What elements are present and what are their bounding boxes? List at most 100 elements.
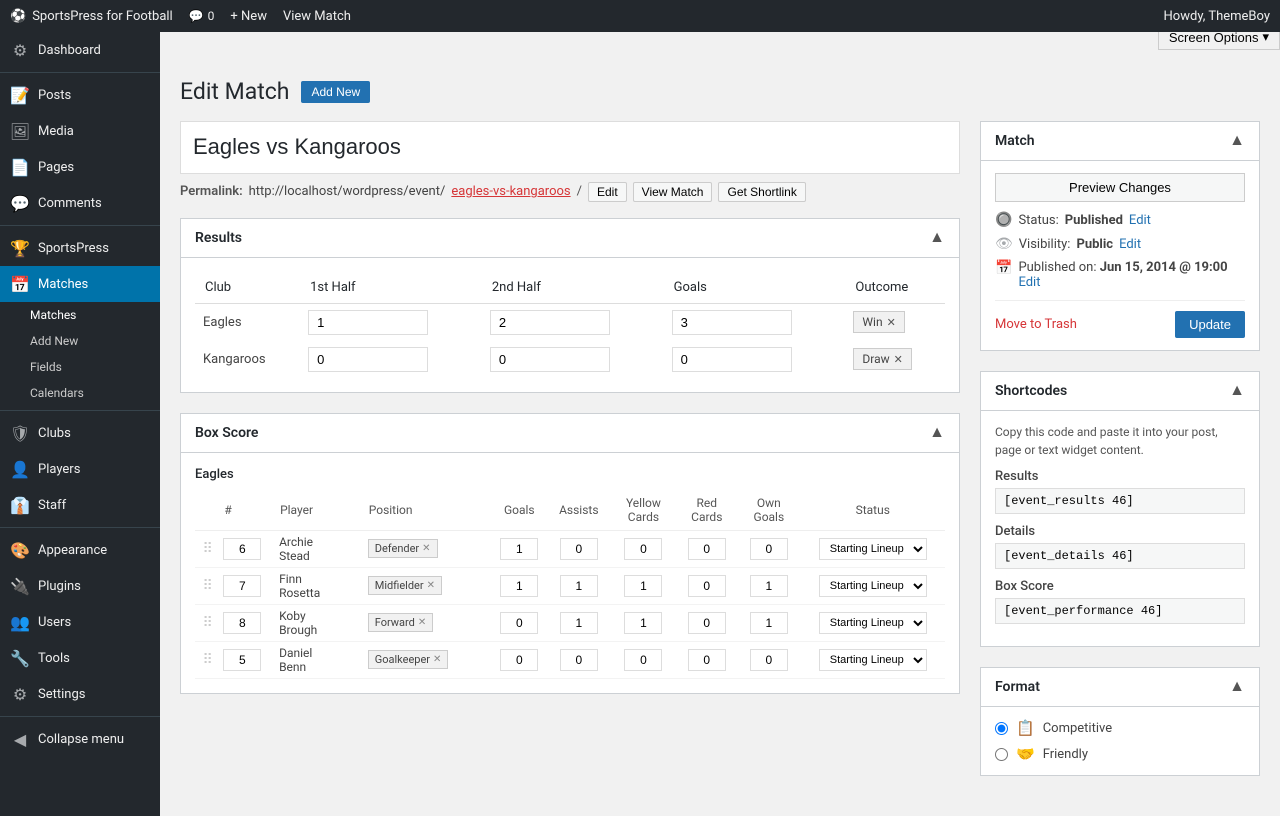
drag-handle-0[interactable]: ⠿ [195, 530, 220, 567]
own-goals-input-2[interactable] [750, 612, 788, 634]
permalink-slug[interactable]: eagles-vs-kangaroos [451, 184, 570, 199]
drag-handle-3[interactable]: ⠿ [195, 641, 220, 678]
status-select-2[interactable]: Starting Lineup Substitute Did Not Play [819, 612, 927, 634]
sidebar-item-matches[interactable]: 📅 Matches [0, 266, 160, 302]
sidebar-item-tools[interactable]: 🔧 Tools [0, 640, 160, 676]
yellow-cards-input-2[interactable] [624, 612, 662, 634]
sidebar-subitem-fields[interactable]: Fields [0, 354, 160, 380]
update-button[interactable]: Update [1175, 311, 1245, 338]
sidebar-item-plugins[interactable]: 🔌 Plugins [0, 568, 160, 604]
trash-link[interactable]: Move to Trash [995, 317, 1077, 332]
sidebar-item-clubs[interactable]: 🛡 Clubs [0, 415, 160, 451]
bs-goals-input-3[interactable] [500, 649, 538, 671]
format-radio-competitive[interactable] [995, 722, 1008, 735]
comments-bubble[interactable]: 💬 0 [189, 9, 215, 23]
player-number-input-0[interactable] [223, 538, 261, 560]
sidebar-item-users[interactable]: 👥 Users [0, 604, 160, 640]
sidebar-subitem-calendars[interactable]: Calendars [0, 380, 160, 406]
position-remove-3[interactable]: ✕ [433, 654, 441, 665]
box-score-metabox-toggle[interactable]: ▲ [929, 424, 945, 442]
match-side-toggle[interactable]: ▲ [1229, 132, 1245, 150]
sidebar-item-media[interactable]: 🖼 Media [0, 113, 160, 149]
bs-goals-input-0[interactable] [500, 538, 538, 560]
sidebar-item-pages[interactable]: 📄 Pages [0, 149, 160, 185]
boxscore-shortcode-input[interactable] [995, 598, 1245, 624]
site-name[interactable]: ⚽ SportsPress for Football [10, 9, 173, 24]
first-half-input-1[interactable] [308, 347, 428, 372]
format-toggle[interactable]: ▲ [1229, 678, 1245, 696]
assists-input-1[interactable] [560, 575, 598, 597]
box-score-metabox-title: Box Score [195, 425, 258, 441]
position-tag-0: Defender ✕ [368, 539, 438, 558]
status-edit-link[interactable]: Edit [1129, 213, 1151, 228]
sidebar-item-comments[interactable]: 💬 Comments [0, 185, 160, 221]
new-content-btn[interactable]: + New [230, 9, 267, 24]
published-edit-link[interactable]: Edit [1018, 275, 1040, 290]
shortcodes-toggle[interactable]: ▲ [1229, 382, 1245, 400]
bs-goals-input-2[interactable] [500, 612, 538, 634]
assists-input-3[interactable] [560, 649, 598, 671]
sidebar-subitem-matches[interactable]: Matches [0, 302, 160, 328]
red-cards-cell-2 [676, 604, 737, 641]
yellow-cards-input-3[interactable] [624, 649, 662, 671]
preview-changes-button[interactable]: Preview Changes [995, 173, 1245, 202]
format-radio-friendly[interactable] [995, 748, 1008, 761]
drag-handle-1[interactable]: ⠿ [195, 567, 220, 604]
outcome-remove-0[interactable]: ✕ [887, 316, 896, 329]
visibility-edit-link[interactable]: Edit [1119, 237, 1141, 252]
view-match-link[interactable]: View Match [283, 9, 351, 24]
goals-input-0[interactable] [672, 310, 792, 335]
player-number-input-1[interactable] [223, 575, 261, 597]
sidebar-item-dashboard[interactable]: ⚙ Dashboard [0, 32, 160, 68]
details-shortcode-input[interactable] [995, 543, 1245, 569]
red-cards-input-0[interactable] [688, 538, 726, 560]
status-select-3[interactable]: Starting Lineup Substitute Did Not Play [819, 649, 927, 671]
sidebar-item-posts[interactable]: 📝 Posts [0, 77, 160, 113]
second-half-input-1[interactable] [490, 347, 610, 372]
status-select-0[interactable]: Starting Lineup Substitute Did Not Play [819, 538, 927, 560]
status-select-1[interactable]: Starting Lineup Substitute Did Not Play [819, 575, 927, 597]
position-remove-2[interactable]: ✕ [418, 617, 426, 628]
sidebar-item-appearance[interactable]: 🎨 Appearance [0, 532, 160, 568]
own-goals-input-0[interactable] [750, 538, 788, 560]
sidebar-item-collapse[interactable]: ◀ Collapse menu [0, 721, 160, 757]
bs-goals-input-1[interactable] [500, 575, 538, 597]
red-cards-input-1[interactable] [688, 575, 726, 597]
sidebar-subitem-add-new[interactable]: Add New [0, 328, 160, 354]
position-remove-1[interactable]: ✕ [427, 580, 435, 591]
own-goals-input-1[interactable] [750, 575, 788, 597]
appearance-icon: 🎨 [10, 540, 30, 560]
yellow-cards-input-1[interactable] [624, 575, 662, 597]
red-cards-input-3[interactable] [688, 649, 726, 671]
second-half-input-0[interactable] [490, 310, 610, 335]
yellow-cards-input-0[interactable] [624, 538, 662, 560]
goals-input-1[interactable] [672, 347, 792, 372]
own-goals-input-3[interactable] [750, 649, 788, 671]
sidebar-item-sportspress[interactable]: 🏆 SportsPress [0, 230, 160, 266]
outcome-remove-1[interactable]: ✕ [894, 353, 903, 366]
position-remove-0[interactable]: ✕ [422, 543, 430, 554]
player-number-input-3[interactable] [223, 649, 261, 671]
assists-input-0[interactable] [560, 538, 598, 560]
match-title-input[interactable] [180, 121, 960, 174]
assists-input-2[interactable] [560, 612, 598, 634]
red-cards-input-2[interactable] [688, 612, 726, 634]
outcome-cell-1: Draw ✕ [845, 341, 945, 378]
col-goals: Goals [664, 272, 846, 304]
drag-handle-2[interactable]: ⠿ [195, 604, 220, 641]
view-match-button[interactable]: View Match [633, 182, 713, 202]
results-shortcode-input[interactable] [995, 488, 1245, 514]
status-row: 🔘 Status: Published Edit [995, 212, 1245, 228]
get-shortlink-button[interactable]: Get Shortlink [718, 182, 805, 202]
publish-actions: Move to Trash Update [995, 300, 1245, 338]
permalink-edit-button[interactable]: Edit [588, 182, 627, 202]
results-metabox-body: Club 1st Half 2nd Half Goals Outcome Eag… [181, 258, 959, 392]
sidebar-item-players[interactable]: 👤 Players [0, 451, 160, 487]
results-metabox-toggle[interactable]: ▲ [929, 229, 945, 247]
sidebar-item-settings[interactable]: ⚙ Settings [0, 676, 160, 712]
add-new-button[interactable]: Add New [301, 81, 370, 103]
yellow-cards-cell-3 [611, 641, 677, 678]
first-half-input-0[interactable] [308, 310, 428, 335]
sidebar-item-staff[interactable]: 👔 Staff [0, 487, 160, 523]
player-number-input-2[interactable] [223, 612, 261, 634]
